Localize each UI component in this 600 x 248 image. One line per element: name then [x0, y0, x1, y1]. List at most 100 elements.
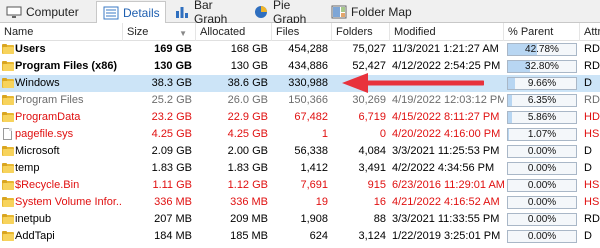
cell-name: Program Files: [15, 94, 84, 106]
cell-files: 7,691: [300, 179, 328, 191]
percent-parent-bar: 0.00%: [507, 145, 577, 158]
tab-details[interactable]: Details: [96, 1, 166, 24]
percent-parent-label: 32.80%: [525, 61, 559, 72]
cell-files: 1: [321, 128, 328, 140]
cell-size: 38.3 GB: [151, 77, 192, 89]
cell-modified: 4/15/2022 8:11:27 PM: [392, 111, 500, 123]
cell-folders: 3,491: [358, 162, 386, 174]
percent-parent-label: 0.00%: [527, 231, 557, 242]
table-row[interactable]: Program Files 25.2 GB 26.0 GB 150,366 30,269…: [0, 92, 600, 109]
cell-files: 67,482: [294, 111, 328, 123]
cell-files: 434,886: [288, 60, 328, 72]
percent-parent-label: 6.35%: [527, 95, 557, 106]
table-row[interactable]: AddTapi 184 MB 185 MB 624 3,124 1/22/2019 3:2…: [0, 228, 600, 245]
table-row[interactable]: Program Files (x86) 130 GB 130 GB 434,886 52…: [0, 58, 600, 75]
cell-allocated: 26.0 GB: [227, 94, 268, 106]
column-header-attributes[interactable]: Attr: [580, 23, 600, 41]
cell-allocated: 1.83 GB: [227, 162, 268, 174]
column-header-size[interactable]: Size ▼: [123, 23, 196, 41]
cell-files: 624: [309, 230, 328, 242]
table-row[interactable]: Users 169 GB 168 GB 454,288 75,027 11/3/2021 …: [0, 41, 600, 58]
percent-parent-label: 0.00%: [527, 146, 557, 157]
column-header-allocated[interactable]: Allocated: [196, 23, 272, 41]
table-row[interactable]: temp 1.83 GB 1.83 GB 1,412 3,491 4/2/2022 4:3…: [0, 160, 600, 177]
cell-allocated: 4.25 GB: [227, 128, 268, 140]
table-row[interactable]: System Volume Infor... 336 MB 336 MB 19 16 4/…: [0, 194, 600, 211]
cell-attr: D: [584, 77, 592, 89]
percent-parent-label: 9.66%: [527, 78, 557, 89]
cell-modified: 4/20/2022 4:16:00 PM: [392, 128, 501, 140]
cell-name: $Recycle.Bin: [15, 179, 80, 191]
tab-pie-graph[interactable]: Pie Graph: [247, 0, 327, 26]
cell-name: Program Files (x86): [15, 60, 118, 72]
cell-size: 25.2 GB: [151, 94, 192, 106]
table-row[interactable]: inetpub 207 MB 209 MB 1,908 88 3/3/2021 11:33…: [0, 211, 600, 228]
pie-graph-icon: [253, 5, 269, 19]
file-list: Users 169 GB 168 GB 454,288 75,027 11/3/2021 …: [0, 41, 600, 245]
table-row[interactable]: Microsoft 2.09 GB 2.00 GB 56,338 4,084 3/3/20…: [0, 143, 600, 160]
cell-attr: HS: [584, 128, 600, 140]
cell-modified: 3/3/2021 11:33:55 PM: [392, 213, 500, 225]
computer-icon: [6, 5, 22, 19]
cell-folders: 16: [373, 196, 386, 208]
tab-computer-label: Computer: [26, 5, 79, 19]
tab-folder-map[interactable]: Folder Map: [325, 1, 413, 23]
percent-parent-label: 5.86%: [527, 112, 557, 123]
cell-files: 330,988: [288, 77, 328, 89]
percent-parent-bar: 0.00%: [507, 162, 577, 175]
cell-attr: RD: [584, 213, 600, 225]
tab-details-label: Details: [123, 6, 160, 20]
cell-allocated: 22.9 GB: [227, 111, 268, 123]
cell-attr: HS: [584, 179, 600, 191]
cell-name: pagefile.sys: [15, 128, 74, 140]
tab-bar-graph[interactable]: Bar Graph: [168, 0, 248, 26]
column-header-row: Name Size ▼ Allocated Files Folders Modi…: [0, 23, 600, 41]
cell-attr: D: [584, 162, 592, 174]
cell-size: 1.83 GB: [151, 162, 192, 174]
cell-attr: D: [584, 145, 592, 157]
table-row[interactable]: ProgramData 23.2 GB 22.9 GB 67,482 6,719 4/15…: [0, 109, 600, 126]
table-row[interactable]: pagefile.sys 4.25 GB 4.25 GB 1 0 4/20/2022 4:…: [0, 126, 600, 143]
cell-attr: HD: [584, 111, 600, 123]
cell-modified: 4/19/2022 12:03:12 PM: [392, 94, 504, 106]
column-header-name[interactable]: Name: [0, 23, 123, 41]
view-tab-strip: Computer Details Bar Graph Pie Graph Fol…: [0, 0, 600, 26]
percent-parent-bar: 0.00%: [507, 179, 577, 192]
cell-allocated: 209 MB: [230, 213, 268, 225]
column-header-files[interactable]: Files: [272, 23, 332, 41]
cell-name: AddTapi: [15, 230, 55, 242]
cell-name: Microsoft: [15, 145, 60, 157]
percent-parent-label: 0.00%: [527, 180, 557, 191]
cell-attr: RD: [584, 43, 600, 55]
column-header-folders[interactable]: Folders: [332, 23, 390, 41]
cell-allocated: 168 GB: [230, 43, 268, 55]
percent-parent-bar: 42.78%: [507, 43, 577, 56]
cell-modified: 1/22/2019 3:25:01 PM: [392, 230, 501, 242]
cell-allocated: 185 MB: [230, 230, 268, 242]
cell-name: temp: [15, 162, 40, 174]
percent-parent-bar: 0.00%: [507, 230, 577, 243]
percent-parent-bar: 0.00%: [507, 196, 577, 209]
cell-size: 207 MB: [154, 213, 192, 225]
column-header-modified[interactable]: Modified: [390, 23, 504, 41]
column-header-size-label: Size: [127, 26, 149, 38]
cell-files: 150,366: [288, 94, 328, 106]
cell-name: inetpub: [15, 213, 52, 225]
column-header-parent[interactable]: % Parent: [504, 23, 580, 41]
cell-name: System Volume Infor...: [15, 196, 123, 208]
percent-parent-bar: 32.80%: [507, 60, 577, 73]
cell-allocated: 38.6 GB: [227, 77, 268, 89]
cell-folders: 0: [379, 128, 386, 140]
cell-size: 23.2 GB: [151, 111, 192, 123]
sort-descending-icon: ▼: [179, 29, 187, 38]
cell-modified: [392, 75, 504, 92]
table-row[interactable]: Windows 38.3 GB 38.6 GB 330,988 D 9.66%: [0, 75, 600, 92]
cell-name: Windows: [15, 77, 60, 89]
percent-parent-bar: 9.66%: [507, 77, 577, 90]
cell-size: 1.11 GB: [152, 179, 192, 191]
percent-parent-label: 0.00%: [527, 214, 557, 225]
cell-allocated: 130 GB: [230, 60, 268, 72]
tab-computer[interactable]: Computer: [0, 1, 94, 23]
table-row[interactable]: $Recycle.Bin 1.11 GB 1.12 GB 7,691 915 6/23/2…: [0, 177, 600, 194]
cell-folders: 52,427: [352, 60, 386, 72]
